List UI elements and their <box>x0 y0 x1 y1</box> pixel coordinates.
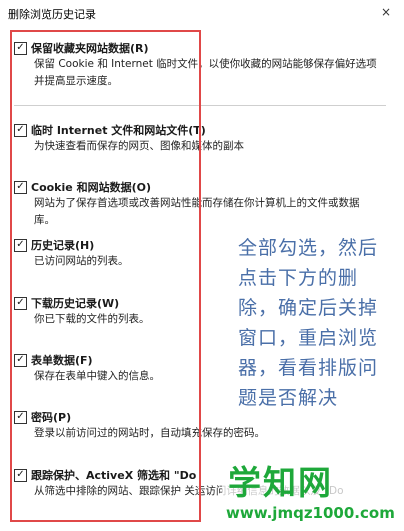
option-title: 密码(P) <box>31 411 72 424</box>
option-title: 临时 Internet 文件和网站文件(T) <box>31 124 206 137</box>
option-title: Cookie 和网站数据(O) <box>31 181 151 194</box>
checkbox-preserve-favorites[interactable]: ✓ <box>14 41 27 55</box>
annotation-line: 除，确定后关掉 <box>238 297 379 319</box>
watermark-logo: 学知网 <box>228 463 333 502</box>
window-title: 删除浏览历史记录 <box>8 8 96 21</box>
checkbox-passwords[interactable]: ✓ <box>14 410 27 424</box>
watermark-url: www.jmqz1000.com <box>226 504 395 522</box>
option-description: 保留 Cookie 和 Internet 临时文件，以使你收藏的网站能够保存偏好… <box>34 58 377 87</box>
option-temp-files: ✓ 临时 Internet 文件和网站文件(T) 为快速查看而保存的网页、图像和… <box>14 122 394 155</box>
option-passwords: ✓ 密码(P) 登录以前访问过的网站时，自动填充保存的密码。 <box>14 409 394 442</box>
annotation-line: 全部勾选，然后 <box>238 237 379 259</box>
checkbox-tracking-protection[interactable]: ✓ <box>14 468 27 482</box>
option-title: 历史记录(H) <box>31 239 95 252</box>
annotation-text: 全部勾选，然后 点击下方的删 除，确定后关掉 窗口，重启浏览 器，看看排版问 题… <box>238 233 404 413</box>
option-description: 网站为了保存首选项或改善网站性能而存储在你计算机上的文件或数据库。 <box>34 197 360 226</box>
checkbox-download-history[interactable]: ✓ <box>14 296 27 310</box>
close-icon[interactable]: × <box>378 4 394 20</box>
option-description: 为快速查看而保存的网页、图像和媒体的副本 <box>34 140 244 152</box>
divider <box>14 105 386 106</box>
checkbox-form-data[interactable]: ✓ <box>14 353 27 367</box>
option-description: 登录以前访问过的网站时，自动填充保存的密码。 <box>34 427 265 439</box>
option-title: 表单数据(F) <box>31 354 93 367</box>
annotation-line: 窗口，重启浏览 <box>238 327 379 349</box>
watermark: 学知网 www.jmqz1000.com <box>222 454 404 531</box>
option-title: 跟踪保护、ActiveX 筛选和 "Do <box>31 469 197 482</box>
option-title: 下载历史记录(W) <box>31 297 120 310</box>
highlight-frame <box>10 30 201 522</box>
checkbox-cookies[interactable]: ✓ <box>14 180 27 194</box>
option-cookies: ✓ Cookie 和网站数据(O) 网站为了保存首选项或改善网站性能而存储在你计… <box>14 179 394 229</box>
checkbox-history[interactable]: ✓ <box>14 238 27 252</box>
option-preserve-favorites: ✓ 保留收藏夹网站数据(R) 保留 Cookie 和 Internet 临时文件… <box>14 40 394 90</box>
annotation-line: 题是否解决 <box>238 387 339 409</box>
checkbox-temp-files[interactable]: ✓ <box>14 123 27 137</box>
annotation-line: 器，看看排版问 <box>238 357 379 379</box>
title-bar: 删除浏览历史记录 × <box>0 0 404 26</box>
annotation-line: 点击下方的删 <box>238 267 359 289</box>
option-title: 保留收藏夹网站数据(R) <box>31 42 149 55</box>
